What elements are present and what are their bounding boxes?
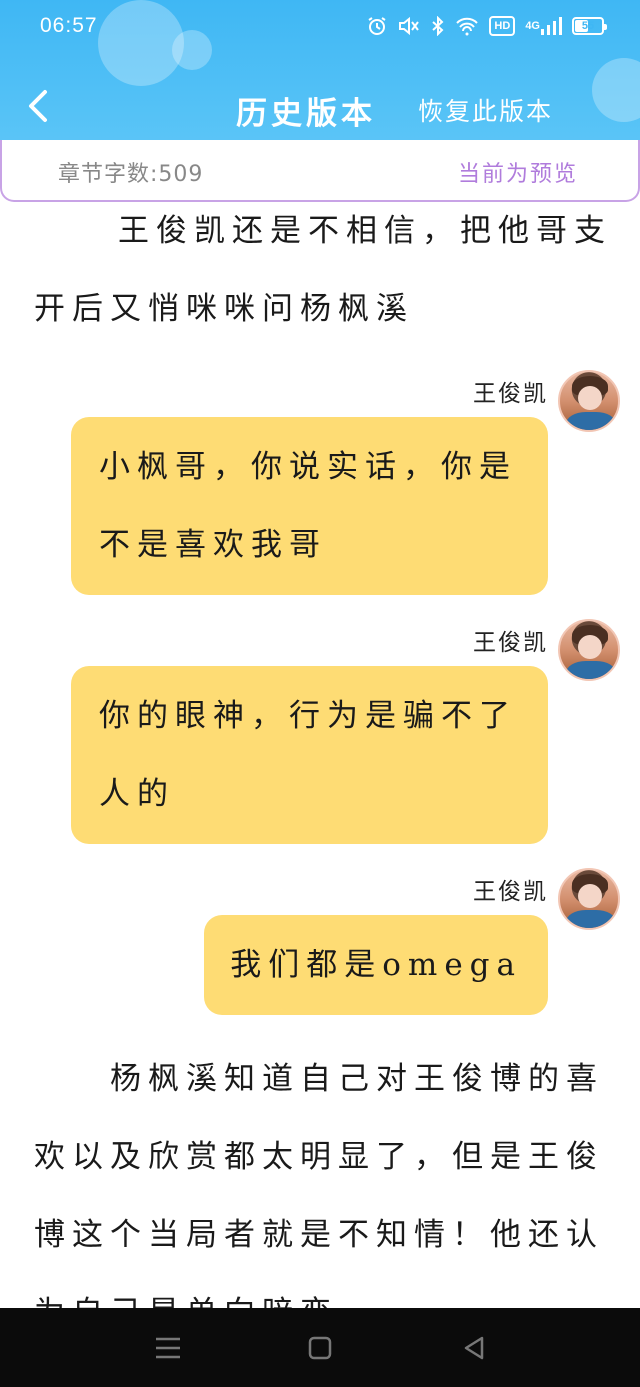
- status-time: 06:57: [40, 14, 98, 37]
- paragraph: 王俊凯还是不相信，把他哥支开后又悄咪咪问杨枫溪: [34, 213, 612, 327]
- battery-text: 55: [581, 20, 595, 32]
- chapter-content[interactable]: 王俊凯还是不相信，把他哥支开后又悄咪咪问杨枫溪 王俊凯 小枫哥，你说实话，你是不…: [0, 202, 640, 1308]
- avatar-face: [578, 635, 602, 659]
- chat-bubble: 小枫哥，你说实话，你是不是喜欢我哥: [71, 417, 548, 595]
- avatar-shirt: [566, 412, 616, 430]
- home-icon: [308, 1336, 332, 1360]
- menu-button[interactable]: [150, 1332, 186, 1364]
- chevron-left-icon: [29, 90, 47, 122]
- word-count: 章节字数:509: [58, 162, 204, 187]
- avatar-shirt: [566, 910, 616, 928]
- triangle-back-icon: [464, 1336, 484, 1360]
- restore-version-button[interactable]: 恢复此版本: [418, 92, 553, 128]
- hd-badge: HD: [489, 16, 516, 36]
- home-button[interactable]: [302, 1332, 338, 1364]
- system-nav-bar: [0, 1308, 640, 1387]
- signal-icon: 4G: [525, 14, 562, 38]
- status-icons: HD 4G 55: [367, 14, 607, 38]
- mute-icon: [397, 14, 421, 38]
- battery-icon: 55: [572, 17, 607, 35]
- speaker-name: 王俊凯: [473, 879, 548, 905]
- back-button[interactable]: [18, 84, 58, 128]
- menu-icon: [156, 1337, 180, 1359]
- speaker-name: 王俊凯: [473, 630, 548, 656]
- avatar-face: [578, 386, 602, 410]
- paragraph: 杨枫溪知道自己对王俊博的喜欢以及欣赏都太明显了，但是王俊博这个当局者就是不知情！…: [34, 1061, 604, 1308]
- header-area: 06:57 HD 4G 55 历史版本 恢复此版本: [0, 0, 640, 145]
- avatar[interactable]: [558, 619, 620, 681]
- avatar[interactable]: [558, 370, 620, 432]
- alarm-icon: [367, 14, 387, 38]
- wifi-icon: [455, 14, 479, 38]
- chat-bubble: 你的眼神，行为是骗不了人的: [71, 666, 548, 844]
- avatar-shirt: [566, 661, 616, 679]
- page-title: 历史版本: [236, 96, 376, 132]
- speaker-name: 王俊凯: [473, 381, 548, 407]
- system-back-button[interactable]: [456, 1332, 492, 1364]
- preview-status: 当前为预览: [457, 162, 578, 187]
- chapter-info-bar: 章节字数:509 当前为预览: [0, 140, 640, 202]
- avatar[interactable]: [558, 868, 620, 930]
- status-bar: 06:57 HD 4G 55: [0, 0, 640, 56]
- nav-bar: 历史版本 恢复此版本: [0, 70, 640, 142]
- chat-bubble: 我们都是omega: [204, 915, 548, 1015]
- avatar-face: [578, 884, 602, 908]
- network-type: 4G: [525, 20, 540, 32]
- bluetooth-icon: [431, 14, 445, 38]
